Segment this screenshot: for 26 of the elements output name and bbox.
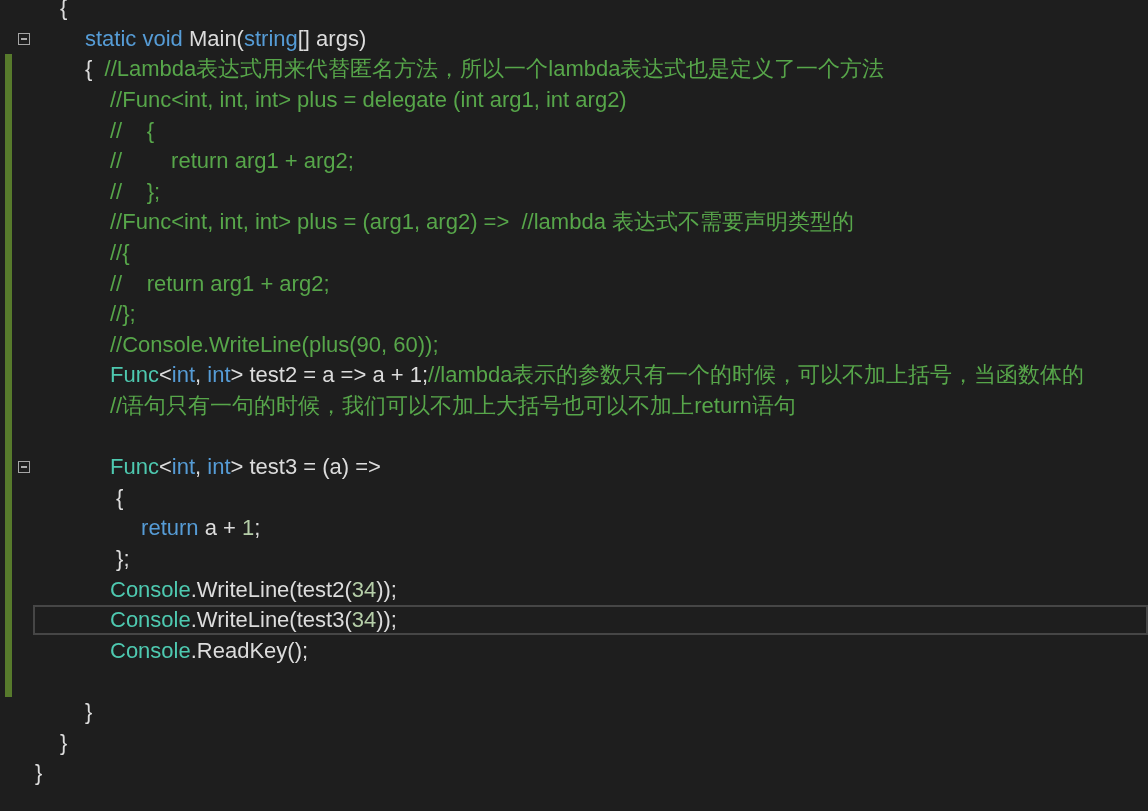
code-line: Func<int, int> test2 = a => a + 1;//lambda表示的参数只有一个的时候，可以不加上括号，当函数体的	[109, 361, 1085, 390]
code-line: Func<int, int> test3 = (a) =>	[109, 454, 381, 481]
code-line: //};	[109, 301, 136, 328]
code-line: // {	[109, 117, 155, 144]
code-line: {	[115, 484, 124, 511]
code-line: //Func<int, int, int> plus = (arg1, arg2) => //lambda 表达式不需要声明类型的	[109, 208, 854, 237]
code-line: // };	[109, 178, 161, 205]
code-line: }	[59, 729, 68, 756]
collapse-icon[interactable]	[18, 461, 30, 474]
code-line: return a + 1;	[140, 515, 261, 542]
code-line: }	[84, 698, 93, 725]
code-line: //语句只有一句的时候，我们可以不加上大括号也可以不加上return语句	[109, 392, 796, 420]
code-line: //{	[109, 240, 130, 267]
code-line: //Console.WriteLine(plus(90, 60));	[109, 331, 439, 358]
code-line: //Func<int, int, int> plus = delegate (int arg1, int arg2)	[109, 87, 627, 114]
code-line: };	[115, 546, 130, 572]
code-line: static void Main(string[] args)	[84, 25, 367, 52]
code-line: }	[35, 760, 43, 787]
collapse-icon[interactable]	[18, 32, 30, 45]
code-line: // return arg1 + arg2;	[109, 270, 330, 297]
code-line: Console.WriteLine(test3(34));	[109, 607, 397, 634]
code-line: // return arg1 + arg2;	[109, 148, 354, 175]
code-line: { //Lambda表达式用来代替匿名方法，所以一个lambda表达式也是定义了一个方法	[84, 55, 885, 84]
code-line: Console.WriteLine(test2(34));	[109, 576, 397, 603]
code-line: {	[59, 0, 68, 22]
code-line: Console.ReadKey();	[109, 637, 309, 664]
